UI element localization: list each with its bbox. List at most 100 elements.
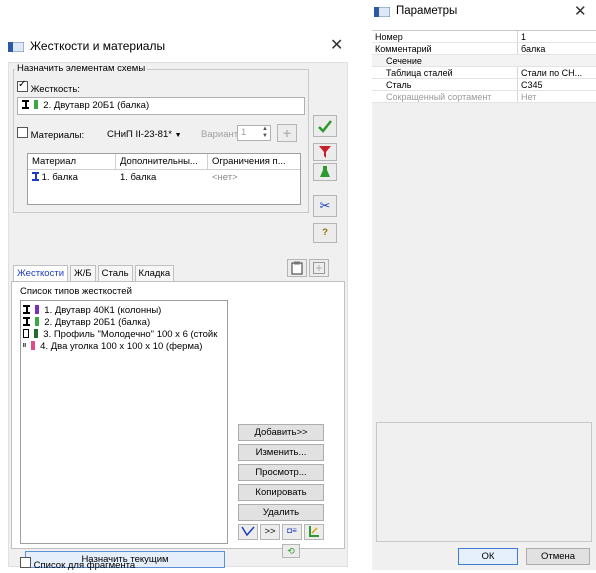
pick-stiffness-button[interactable]	[238, 524, 258, 540]
tab-steel[interactable]: Сталь	[97, 265, 133, 281]
window-icon	[8, 42, 24, 52]
property-name: Комментарий	[372, 43, 518, 54]
selected-stiffness-field[interactable]: 2. Двутавр 20Б1 (балка)	[17, 97, 305, 115]
cancel-button[interactable]: Отмена	[526, 548, 590, 565]
property-value[interactable]: балка	[518, 43, 596, 54]
stiffness-checkbox[interactable]: Жесткость:	[17, 79, 80, 95]
clipboard-icon	[291, 261, 303, 275]
edit-button[interactable]: Изменить...	[238, 444, 324, 461]
property-name: Сталь	[372, 79, 518, 90]
column-header-limits[interactable]: Ограничения п...	[208, 154, 300, 169]
standard-value: СНиП II-23-81*	[107, 129, 172, 140]
table-header: Материал Дополнительны... Ограничения п.…	[28, 154, 300, 170]
i-beam-icon	[23, 317, 30, 326]
sort-icon: ◘≡	[287, 526, 297, 535]
tab-rc[interactable]: Ж/Б	[70, 265, 96, 281]
copy-button[interactable]: Копировать	[238, 484, 324, 501]
refresh-button[interactable]: ⟲	[282, 544, 300, 558]
table-cell-material: 1. балка	[28, 172, 116, 186]
selected-stiffness-text: 2. Двутавр 20Б1 (балка)	[43, 100, 150, 111]
delete-button[interactable]: Удалить	[238, 504, 324, 521]
select-elements-button[interactable]	[313, 163, 337, 181]
add-button[interactable]: Добавить>>	[238, 424, 324, 441]
table-cell-limits: <нет>	[212, 172, 238, 183]
close-icon[interactable]: ✕	[574, 2, 587, 20]
variant-value: 1	[241, 127, 247, 138]
property-row[interactable]: Комментарий балка	[372, 43, 596, 55]
table-cell-additional: 1. балка	[120, 172, 157, 183]
i-beam-icon	[22, 100, 29, 109]
fragment-list-checkbox-box[interactable]	[20, 557, 31, 568]
cut-button[interactable]: ✂	[313, 195, 337, 217]
column-header-material[interactable]: Материал	[28, 154, 116, 169]
double-angle-icon: ᴵᴵ	[23, 342, 26, 351]
question-icon: ?	[322, 227, 328, 238]
ok-button[interactable]: ОК	[458, 548, 518, 565]
property-name: Номер	[372, 31, 518, 42]
assign-group-label: Назначить элементам схемы	[15, 63, 148, 74]
help-button[interactable]: ?	[313, 223, 337, 243]
apply-button[interactable]	[313, 115, 337, 137]
view-button[interactable]: Просмотр...	[238, 464, 324, 481]
tab-masonry[interactable]: Кладка	[134, 265, 175, 281]
parameters-client: Номер 1 Комментарий балка Сечение Таблица ста…	[372, 30, 596, 570]
property-name: Таблица сталей	[372, 67, 518, 78]
section-button[interactable]	[304, 524, 324, 540]
stiffness-color-swatch	[30, 341, 35, 350]
property-value[interactable]: Стали по СН...	[518, 67, 596, 78]
dialog-title: Жесткости и материалы	[30, 39, 166, 53]
list-title: Список типов жесткостей	[20, 286, 132, 297]
spinner-arrows-icon[interactable]: ▲ ▼	[262, 126, 268, 140]
standard-dropdown[interactable]: СНиП II-23-81* ▼	[107, 129, 182, 140]
column-header-additional[interactable]: Дополнительны...	[116, 154, 208, 169]
property-row[interactable]: Сокращенный сортамент Нет	[372, 91, 596, 103]
fragment-list-label: Список для фрагмента	[33, 560, 136, 571]
list-item[interactable]: 1. Двутавр 40К1 (колонны)	[23, 305, 225, 317]
copy-out-button[interactable]	[309, 259, 329, 277]
property-name: Сечение	[386, 56, 422, 66]
stiffness-list[interactable]: 1. Двутавр 40К1 (колонны) 2. Двутавр 20Б…	[20, 300, 228, 544]
stiffness-checkbox-box[interactable]	[17, 79, 28, 92]
property-value[interactable]: С345	[518, 79, 596, 90]
materials-checkbox[interactable]: Материалы:	[17, 127, 84, 141]
more-button[interactable]: >>	[260, 524, 280, 540]
filter-button[interactable]	[313, 143, 337, 161]
i-beam-icon	[23, 305, 30, 314]
i-beam-icon	[32, 172, 39, 181]
checkmark-icon	[318, 120, 332, 133]
property-category-row[interactable]: Сечение	[372, 55, 596, 67]
tab-bar: Жесткости Ж/Б Сталь Кладка	[13, 265, 175, 281]
stiffness-label: Жесткость:	[30, 84, 80, 95]
paste-button[interactable]	[287, 259, 307, 277]
list-item[interactable]: ᴵᴵ 4. Два уголка 100 х 100 х 10 (ферма)	[23, 341, 225, 353]
table-row[interactable]: 1. балка 1. балка <нет>	[28, 172, 300, 186]
flask-icon	[320, 166, 330, 177]
stiffness-color-swatch	[33, 329, 38, 338]
property-row[interactable]: Таблица сталей Стали по СН...	[372, 67, 596, 79]
stiffness-materials-dialog: Жесткости и материалы ✕ Назначить элемен…	[0, 30, 356, 573]
property-row[interactable]: Сталь С345	[372, 79, 596, 91]
materials-label: Материалы:	[30, 130, 85, 141]
window-icon	[374, 7, 390, 17]
property-value[interactable]: 1	[518, 31, 596, 42]
list-item[interactable]: 2. Двутавр 20Б1 (балка)	[23, 317, 225, 329]
close-icon[interactable]: ✕	[330, 35, 343, 55]
fragment-list-checkbox[interactable]: Список для фрагмента	[20, 557, 135, 571]
variant-spinner[interactable]: 1 ▲ ▼	[237, 125, 271, 141]
export-icon	[313, 262, 325, 274]
property-row[interactable]: Номер 1	[372, 31, 596, 43]
scissors-icon: ✂	[319, 198, 331, 213]
materials-checkbox-box[interactable]	[17, 127, 28, 138]
square-tube-icon	[23, 329, 29, 338]
sort-button[interactable]: ◘≡	[282, 524, 302, 540]
tab-stiffness[interactable]: Жесткости	[13, 265, 68, 281]
plus-icon: +	[282, 125, 292, 141]
property-grid: Номер 1 Комментарий балка Сечение Таблица ста…	[372, 30, 596, 103]
filter-icon	[319, 146, 331, 158]
list-item[interactable]: 3. Профиль "Молодечно" 100 х 6 (стойк	[23, 329, 225, 341]
stiffness-color-swatch	[34, 305, 39, 314]
parameters-dialog: Параметры ✕ Номер 1 Комментарий балка Сечени…	[364, 0, 596, 573]
materials-table: Материал Дополнительны... Ограничения п.…	[27, 153, 301, 205]
refresh-icon: ⟲	[287, 546, 295, 556]
add-material-button[interactable]: +	[277, 124, 297, 142]
